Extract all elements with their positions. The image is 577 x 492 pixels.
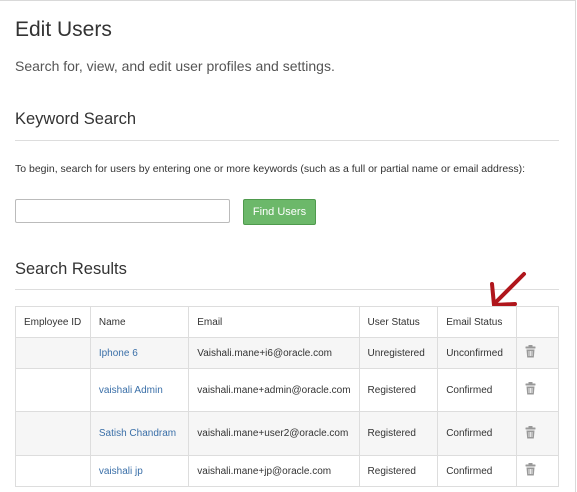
trash-icon[interactable] [525, 382, 536, 395]
trash-icon[interactable] [525, 425, 536, 439]
user-status-cell: Registered [358, 411, 439, 456]
name-cell: vaishali jp [89, 455, 190, 487]
email-status-cell: Confirmed [437, 411, 518, 456]
search-results-heading: Search Results [15, 260, 127, 278]
table-header-row: Employee ID Name Email User Status Email… [15, 306, 559, 338]
column-header-user-status[interactable]: User Status [358, 306, 439, 338]
table-row[interactable]: vaishali jp vaishali.mane+jp@oracle.com … [15, 455, 559, 487]
user-status-cell: Registered [358, 368, 439, 412]
column-header-actions [516, 306, 559, 338]
user-name-link[interactable]: vaishali Admin [99, 385, 163, 396]
name-cell: Satish Chandram [89, 411, 190, 456]
column-header-name[interactable]: Name [89, 306, 190, 338]
user-name-link[interactable]: Satish Chandram [99, 428, 176, 439]
divider [15, 289, 559, 290]
email-cell: Vaishali.mane+i6@oracle.com [188, 337, 360, 369]
trash-icon[interactable] [525, 345, 536, 358]
table-row[interactable]: Iphone 6 Vaishali.mane+i6@oracle.com Unr… [15, 337, 559, 369]
name-cell: vaishali Admin [89, 368, 190, 412]
table-row[interactable]: vaishali Admin vaishali.mane+admin@oracl… [15, 368, 559, 412]
column-header-employee-id[interactable]: Employee ID [15, 306, 91, 338]
results-table: Employee ID Name Email User Status Email… [15, 306, 559, 487]
delete-cell [516, 455, 559, 487]
keyword-search-heading: Keyword Search [15, 110, 137, 128]
page-subtitle: Search for, view, and edit user profiles… [15, 58, 335, 74]
trash-icon[interactable] [525, 463, 536, 476]
email-cell: vaishali.mane+jp@oracle.com [188, 455, 360, 487]
delete-cell [516, 337, 559, 369]
search-instructions: To begin, search for users by entering o… [15, 163, 526, 175]
user-status-cell: Unregistered [358, 337, 439, 369]
employee-id-cell [15, 455, 91, 487]
column-header-email-status[interactable]: Email Status [437, 306, 518, 338]
divider [15, 140, 559, 141]
email-cell: vaishali.mane+admin@oracle.com [188, 368, 360, 412]
email-status-cell: Unconfirmed [437, 337, 518, 369]
user-name-link[interactable]: vaishali jp [99, 466, 143, 477]
email-status-cell: Confirmed [437, 368, 518, 412]
column-header-email[interactable]: Email [188, 306, 360, 338]
delete-cell [516, 411, 559, 456]
employee-id-cell [15, 337, 91, 369]
email-cell: vaishali.mane+user2@oracle.com [188, 411, 360, 456]
user-status-cell: Registered [358, 455, 439, 487]
email-status-cell: Confirmed [437, 455, 518, 487]
employee-id-cell [15, 368, 91, 412]
find-users-button[interactable]: Find Users [243, 199, 316, 225]
employee-id-cell [15, 411, 91, 456]
user-name-link[interactable]: Iphone 6 [99, 348, 138, 359]
name-cell: Iphone 6 [89, 337, 190, 369]
search-input[interactable] [15, 199, 230, 223]
page-title: Edit Users [15, 18, 112, 41]
table-row[interactable]: Satish Chandram vaishali.mane+user2@orac… [15, 411, 559, 456]
delete-cell [516, 368, 559, 412]
